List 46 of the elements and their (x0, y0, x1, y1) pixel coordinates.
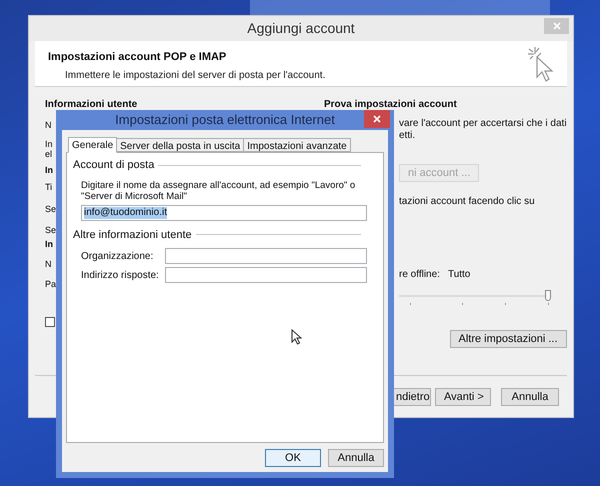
dialog-button[interactable]: ndietro (393, 388, 431, 406)
group-heading: Account di posta (73, 158, 154, 173)
window-title: Aggiungi account (247, 19, 355, 38)
close-icon (373, 115, 381, 123)
header-title: Impostazioni account POP e IMAP (48, 50, 228, 65)
field-label: N (45, 120, 52, 130)
close-button[interactable] (364, 110, 390, 128)
description-text: vare l'account per accertarsi che i dati (399, 118, 567, 130)
dialog-button[interactable]: Annulla (328, 448, 384, 466)
field-label: N (45, 259, 52, 269)
offline-label: re offline: (399, 268, 440, 282)
dialog-button[interactable]: Avanti > (435, 388, 491, 406)
field-label: Pa (45, 279, 56, 289)
dialog-button[interactable]: OK (265, 448, 321, 466)
mouse-pointer-icon (291, 329, 302, 345)
close-icon (552, 22, 560, 30)
field-value: info@tuodominio.it (84, 206, 167, 218)
field-label: Organizzazione: (81, 250, 154, 264)
dialog-button[interactable]: Annulla (501, 388, 559, 406)
field-label: Indirizzo risposte: (81, 268, 159, 282)
field-label: Ti (45, 182, 52, 192)
offline-value: Tutto (448, 268, 470, 282)
field-label: In (45, 139, 53, 149)
tab[interactable]: Impostazioni avanzate (243, 138, 351, 152)
group-heading: Altre informazioni utente (73, 228, 192, 242)
field-label: Se (45, 204, 56, 214)
tab[interactable]: Server della posta in uscita (116, 138, 244, 152)
input-field[interactable] (164, 267, 367, 283)
slider-thumb[interactable] (545, 290, 551, 301)
field-label: In (45, 165, 53, 175)
dialog-title: Impostazioni posta elettronica Internet (115, 111, 335, 130)
dialog-button[interactable]: Altre impostazioni ... (450, 330, 567, 348)
section-heading: Informazioni utente (45, 98, 138, 112)
account-name-field[interactable]: info@tuodominio.it (81, 204, 367, 220)
checkbox[interactable] (45, 317, 55, 327)
note-text: tazioni account facendo clic su (399, 195, 536, 209)
instruction-text: Digitare il nome da assegnare all'account, ad esempio "Lavoro" o "Server di Microsoft Mail" (80, 180, 356, 202)
header-subtitle: Immettere le impostazioni del server di posta per l'account. (64, 68, 326, 82)
field-label: el (45, 149, 52, 159)
section-heading: Prova impostazioni account (324, 98, 457, 112)
tab[interactable]: Generale (68, 137, 118, 153)
description-text: etti. (399, 130, 416, 142)
field-label: In (45, 239, 53, 249)
input-field[interactable] (164, 248, 367, 264)
slider-track[interactable] (399, 290, 551, 306)
field-label: Se (45, 225, 56, 235)
